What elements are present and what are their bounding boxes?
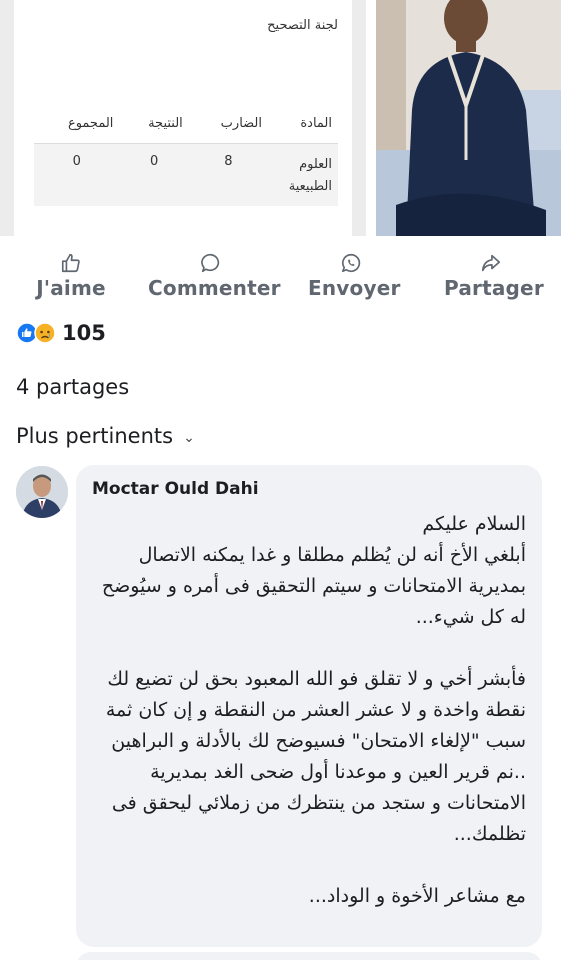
like-button[interactable]: J'aime [36, 252, 106, 308]
cell-total: 0 [34, 143, 120, 206]
sort-label: Plus pertinents [16, 424, 174, 448]
comment-text: السلام عليكم أبلغي الأخ أنه لن يُظلم مطل… [101, 513, 526, 907]
comment-button[interactable]: Commenter [148, 252, 281, 308]
result-table: المادة الضارب النتيجة المجموع العلوم الط… [34, 112, 338, 206]
sad-icon [34, 322, 56, 344]
like-label: J'aime [36, 276, 106, 300]
share-icon [481, 254, 501, 272]
post-media[interactable]: لجنة التصحيح المادة الضارب النتيجة المجم… [0, 0, 561, 236]
avatar[interactable] [16, 466, 68, 518]
cell-result: 0 [119, 143, 189, 206]
table-row: العلوم الطبيعية 8 0 0 [34, 143, 338, 206]
share-label: Partager [444, 276, 544, 300]
comment-sort-dropdown[interactable]: Plus pertinents ⌄ [16, 424, 195, 448]
post-actions-bar: J'aime Commenter Envoyer Partager [0, 252, 561, 308]
comment-author[interactable]: Moctar Ould Dahi [92, 479, 259, 499]
col-header-subject: المادة [268, 112, 338, 144]
thumbs-up-icon [61, 253, 80, 273]
comment-bubble[interactable]: Moctar Ould Dahi السلام عليكم أبلغي الأخ… [76, 465, 542, 947]
col-header-result: النتيجة [119, 112, 189, 144]
col-header-coefficient: الضارب [188, 112, 268, 144]
chevron-down-icon: ⌄ [183, 430, 195, 446]
comment-icon [201, 253, 220, 273]
share-button[interactable]: Partager [444, 252, 544, 308]
cell-subject: العلوم الطبيعية [268, 143, 338, 206]
exam-result-sheet: لجنة التصحيح المادة الضارب النتيجة المجم… [14, 0, 352, 236]
send-button[interactable]: Envoyer [308, 252, 401, 308]
committee-label: لجنة التصحيح [267, 18, 338, 33]
next-comment-bubble[interactable] [76, 952, 542, 960]
reaction-count: 105 [62, 321, 106, 345]
reactions-summary[interactable]: 105 [16, 318, 106, 348]
exam-result-image[interactable]: لجنة التصحيح المادة الضارب النتيجة المجم… [0, 0, 366, 236]
col-header-total: المجموع [34, 112, 120, 144]
comment-label: Commenter [148, 276, 281, 300]
send-label: Envoyer [308, 276, 401, 300]
shares-count[interactable]: 4 partages [16, 375, 129, 399]
student-photo[interactable] [376, 0, 561, 236]
cell-coefficient: 8 [188, 143, 268, 206]
whatsapp-icon [341, 253, 361, 273]
